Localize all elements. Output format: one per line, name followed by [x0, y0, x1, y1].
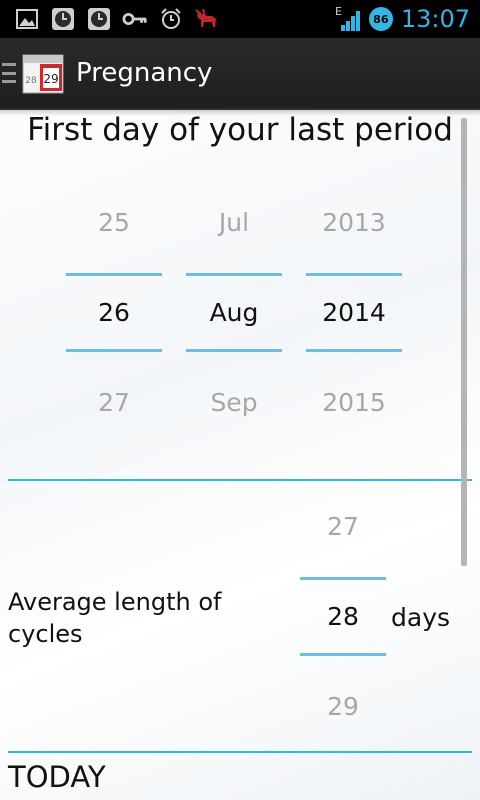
drawer-menu-icon[interactable] — [2, 63, 16, 83]
calendar-app-icon[interactable]: 29 28 — [22, 52, 64, 94]
svg-text:29: 29 — [43, 72, 58, 86]
month-picker-bottom-line — [186, 349, 282, 352]
year-prev-value[interactable]: 2013 — [306, 208, 402, 237]
scrollbar[interactable] — [461, 118, 467, 566]
svg-text:28: 28 — [25, 76, 37, 86]
month-picker-top-line — [186, 273, 282, 276]
cycle-picker-top-line — [300, 577, 386, 580]
cycle-unit-label: days — [391, 603, 451, 632]
day-picker-bottom-line — [66, 349, 162, 352]
day-picker-top-line — [66, 273, 162, 276]
section-divider-bottom — [8, 751, 472, 753]
day-next-value[interactable]: 27 — [66, 388, 162, 417]
notification-icons — [0, 6, 220, 32]
screen: E 86 13:07 29 28 Pregnancy First day of … — [0, 0, 480, 800]
cycle-prev-value[interactable]: 27 — [300, 512, 386, 541]
app-title: Pregnancy — [76, 58, 213, 88]
cycle-length-label: Average length of cycles — [8, 588, 222, 648]
month-next-value[interactable]: Sep — [186, 388, 282, 417]
year-picker-top-line — [306, 273, 402, 276]
year-picker-bottom-line — [306, 349, 402, 352]
status-time: 13:07 — [400, 5, 470, 33]
signal-icon: E — [335, 5, 361, 32]
svg-text:E: E — [335, 5, 342, 18]
today-button[interactable]: TODAY — [8, 760, 106, 794]
action-bar: 29 28 Pregnancy — [0, 38, 480, 110]
month-prev-value[interactable]: Jul — [186, 208, 282, 237]
month-current-value[interactable]: Aug — [186, 298, 282, 327]
section-divider — [8, 479, 472, 481]
day-current-value[interactable]: 26 — [66, 298, 162, 327]
clock-icon — [50, 6, 76, 32]
gallery-icon — [14, 6, 40, 32]
period-section-title: First day of your last period — [27, 112, 453, 148]
clock-icon — [86, 6, 112, 32]
alarm-icon — [158, 6, 184, 32]
status-right: E 86 13:07 — [335, 0, 470, 38]
year-next-value[interactable]: 2015 — [306, 388, 402, 417]
year-current-value[interactable]: 2014 — [306, 298, 402, 327]
day-prev-value[interactable]: 25 — [66, 208, 162, 237]
cycle-next-value[interactable]: 29 — [300, 692, 386, 721]
cycle-picker-bottom-line — [300, 653, 386, 656]
battery-icon: 86 — [368, 7, 393, 31]
cycle-current-value[interactable]: 28 — [300, 602, 386, 631]
key-icon — [122, 6, 148, 32]
moose-icon — [194, 6, 220, 32]
status-bar: E 86 13:07 — [0, 0, 480, 38]
